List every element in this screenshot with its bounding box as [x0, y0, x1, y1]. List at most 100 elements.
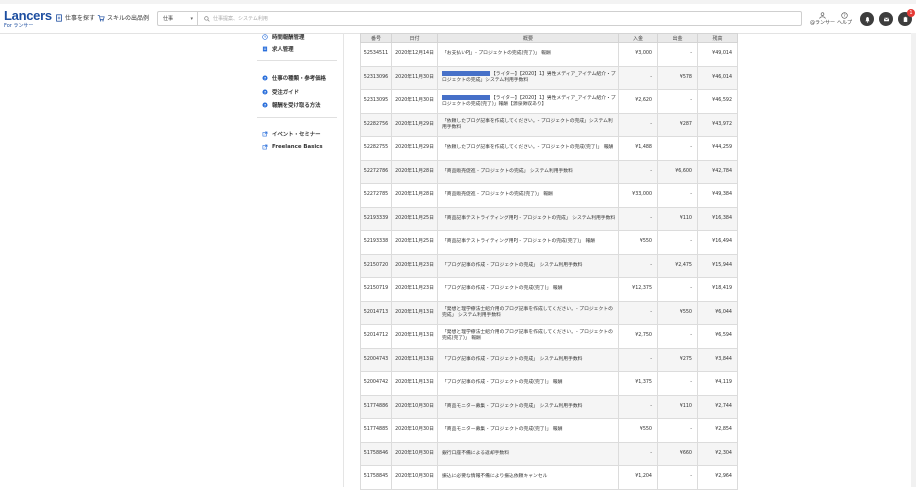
- message-button[interactable]: [879, 12, 893, 26]
- row-balance: ¥46,592: [697, 89, 738, 114]
- external-link-icon: [262, 131, 268, 137]
- table-row: 52150719 2020年11月23日 「ブログ記事の作成 - プロジェクトの完成…: [360, 277, 738, 302]
- row-date-text: 2020年11月23日: [395, 286, 434, 292]
- lancer-menu-link[interactable]: @ランサー: [810, 12, 835, 26]
- sidebar-item-freelance-basics[interactable]: Freelance Basics: [262, 144, 323, 150]
- row-id-text: 52272786: [363, 168, 389, 174]
- top-strip: [0, 0, 916, 4]
- sidebar-item-label: 報酬を受け取る方法: [272, 103, 321, 109]
- row-deposit-text: ¥1,488: [635, 145, 652, 151]
- row-deposit-text: ¥2,750: [635, 333, 652, 339]
- row-id: 52313095: [360, 89, 392, 114]
- row-id-text: 52534511: [363, 51, 389, 57]
- sidebar-item-events-seminars[interactable]: イベント・セミナー: [262, 130, 321, 138]
- table-row: 52282755 2020年11月29日 「依頼したブログ記事を作成してください。-…: [360, 136, 738, 161]
- table-row: 52534511 2020年12月14日 「お支払いPJ」- プロジェクトの完成(完…: [360, 42, 738, 67]
- row-id: 52282756: [360, 112, 392, 137]
- notification-button[interactable]: [860, 12, 874, 26]
- category-select[interactable]: 仕事 ▾: [157, 11, 198, 26]
- clock-icon: [262, 34, 268, 40]
- row-withdrawal-text: -: [690, 51, 692, 57]
- row-deposit-text: -: [650, 356, 652, 362]
- row-balance-text: ¥6,044: [715, 309, 732, 315]
- table-row: 52193338 2020年11月25日 「商品記事テストライティング用PJ - プ…: [360, 230, 738, 255]
- row-balance-text: ¥15,944: [712, 262, 732, 268]
- row-balance-text: ¥6,594: [715, 333, 732, 339]
- table-row: 52282756 2020年11月29日 「依頼したブログ記事を作成してください。-…: [360, 112, 738, 137]
- row-summary: 「商品記事テストライティング用PJ - プロジェクトの完成(完了)」 報酬: [437, 230, 619, 255]
- scrollbar[interactable]: [911, 33, 916, 487]
- search-input[interactable]: 仕事提案、システム利用: [198, 11, 802, 26]
- row-deposit: ¥2,620: [618, 89, 658, 114]
- row-id: 52193338: [360, 230, 392, 255]
- skill-listing-link[interactable]: スキルの出品例: [97, 13, 149, 22]
- row-date: 2020年11月29日: [391, 136, 438, 161]
- sidebar-item-order-guide[interactable]: ? 受注ガイド: [262, 88, 299, 96]
- row-withdrawal-text: -: [690, 380, 692, 386]
- row-summary: 「商品販売促進 - プロジェクトの完成」 システム利用手数料: [437, 159, 619, 184]
- row-balance: ¥49,014: [697, 42, 738, 67]
- row-withdrawal: ¥550: [657, 300, 698, 325]
- row-deposit: -: [618, 300, 658, 325]
- category-select-value: 仕事: [163, 16, 174, 22]
- help-link[interactable]: ? ヘルプ: [837, 12, 852, 26]
- row-date: 2020年10月30日: [391, 441, 438, 466]
- row-summary: 「ブログ記事の作成 - プロジェクトの完成(完了)」 報酬: [437, 277, 619, 302]
- row-withdrawal-text: -: [690, 98, 692, 104]
- row-deposit: ¥2,750: [618, 324, 658, 349]
- row-summary-text: 「商品記事テストライティング用PJ - プロジェクトの完成(完了)」 報酬: [442, 239, 596, 245]
- sidebar-item-receive-payment[interactable]: ? 報酬を受け取る方法: [262, 101, 321, 109]
- row-balance: ¥6,594: [697, 324, 738, 349]
- row-balance: ¥2,304: [697, 441, 738, 466]
- row-summary: 「お支払いPJ」- プロジェクトの完成(完了)」 報酬: [437, 42, 619, 67]
- table-row: 51774885 2020年10月30日 「商品モニター募集 - プロジェクトの完成…: [360, 418, 738, 443]
- header-balance: 残高: [697, 33, 738, 43]
- row-balance-text: ¥2,854: [715, 427, 732, 433]
- row-summary: 【ライター】【2020】1】男性メディア_アイテム紹介・プロジェクトの完成(完了…: [437, 89, 619, 114]
- row-id-text: 52313095: [363, 98, 389, 104]
- row-summary-text: 「発想と理学療法士紹介用のブログ記事を作成してください。- プロジェクトの完成(…: [442, 330, 613, 342]
- row-summary-text: 「商品記事テストライティング用PJ - プロジェクトの完成」 システム利用手数料: [442, 215, 616, 221]
- row-summary: 「ブログ記事の作成 - プロジェクトの完成」 システム利用手数料: [437, 347, 619, 372]
- row-summary-text: 「商品販売促進 - プロジェクトの完成(完了)」 報酬: [442, 192, 553, 198]
- row-balance-text: ¥3,844: [715, 356, 732, 362]
- row-deposit: -: [618, 65, 658, 90]
- sidebar: 時間報酬管理 求人管理 ? 仕事の種類・参考価格 ? 受注ガイド ? 報酬を受け…: [257, 33, 344, 487]
- row-withdrawal-text: ¥6,600: [675, 168, 692, 174]
- table-row: 52313096 2020年11月30日 【ライター】【2020】1】男性メディア_…: [360, 65, 738, 90]
- row-withdrawal-text: ¥275: [679, 356, 692, 362]
- row-id: 51774886: [360, 394, 392, 419]
- row-id-text: 52150720: [363, 262, 389, 268]
- clipboard-button[interactable]: 1: [898, 9, 915, 26]
- row-withdrawal: -: [657, 230, 698, 255]
- sidebar-item-job-listing[interactable]: 求人管理: [262, 45, 294, 53]
- row-summary: 「依頼したブログ記事を作成してください。- プロジェクトの完成」システム利用手数…: [437, 112, 619, 137]
- row-id: 52014713: [360, 300, 392, 325]
- row-deposit-text: ¥12,375: [632, 286, 652, 292]
- row-summary: 「発想と理学療法士紹介用のブログ記事を作成してください。- プロジェクトの完成」…: [437, 300, 619, 325]
- sidebar-item-job-types-prices[interactable]: ? 仕事の種類・参考価格: [262, 74, 326, 82]
- row-deposit: -: [618, 347, 658, 372]
- row-date: 2020年11月13日: [391, 347, 438, 372]
- sidebar-item-label: 時間報酬管理: [272, 35, 305, 41]
- find-jobs-link[interactable]: 仕事を探す: [55, 13, 95, 22]
- row-id: 52534511: [360, 42, 392, 67]
- row-withdrawal: ¥110: [657, 394, 698, 419]
- bell-icon: [864, 16, 870, 23]
- row-id-text: 52004742: [363, 380, 389, 386]
- row-withdrawal: ¥275: [657, 347, 698, 372]
- header-date: 日付: [391, 33, 438, 43]
- row-balance: ¥18,419: [697, 277, 738, 302]
- row-summary: 銀行口座不備による返却手数料: [437, 441, 619, 466]
- lancers-logo[interactable]: Lancers For ランサー: [4, 9, 52, 29]
- row-balance-text: ¥4,119: [715, 380, 732, 386]
- row-balance-text: ¥16,494: [712, 239, 732, 245]
- row-date: 2020年11月13日: [391, 300, 438, 325]
- row-balance: ¥2,854: [697, 418, 738, 443]
- row-summary-text: 「依頼したブログ記事を作成してください。- プロジェクトの完成」システム利用手数…: [442, 118, 613, 130]
- sidebar-item-hourly-reward[interactable]: 時間報酬管理: [262, 33, 304, 41]
- svg-text:?: ?: [264, 103, 266, 107]
- row-deposit-text: -: [650, 74, 652, 80]
- row-deposit: -: [618, 394, 658, 419]
- row-balance: ¥2,744: [697, 394, 738, 419]
